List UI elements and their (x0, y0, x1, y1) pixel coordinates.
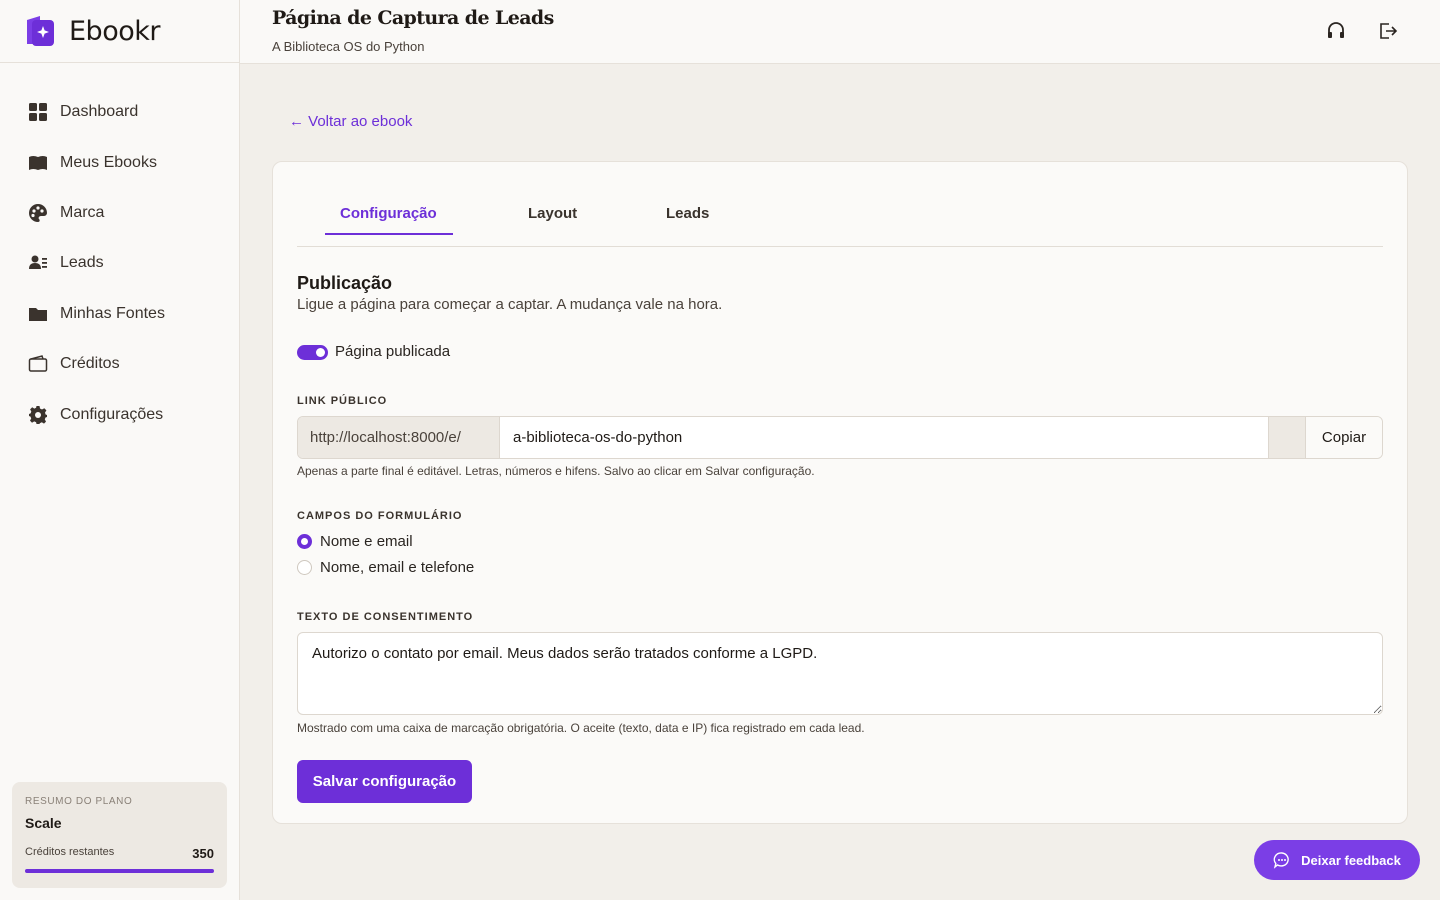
sidebar-item-minhas-fontes[interactable]: Minhas Fontes (0, 289, 239, 339)
sidebar-item-label: Configurações (60, 405, 164, 423)
plan-summary-label: RESUMO DO PLANO (25, 796, 133, 807)
chat-icon (1273, 852, 1289, 869)
sidebar-item-creditos[interactable]: Créditos (0, 339, 239, 389)
consent-text-label: TEXTO DE CONSENTIMENTO (297, 611, 474, 623)
form-fields-label: CAMPOS DO FORMULÁRIO (297, 510, 463, 522)
brand-name: Ebookr (69, 15, 160, 47)
publication-description: Ligue a página para começar a captar. A … (297, 296, 723, 313)
sidebar-item-marca[interactable]: Marca (0, 188, 239, 238)
consent-textarea[interactable]: Autorizo o contato por email. Meus dados… (297, 632, 1383, 715)
sidebar-item-label: Leads (60, 254, 104, 272)
plan-name: Scale (25, 815, 62, 831)
plan-summary: RESUMO DO PLANO Scale Créditos restantes… (12, 782, 227, 888)
publication-title: Publicação (297, 273, 393, 293)
sidebar-item-label: Marca (60, 203, 105, 221)
sidebar-item-label: Meus Ebooks (60, 153, 157, 171)
link-spacer (1268, 417, 1305, 458)
sidebar-item-label: Dashboard (60, 103, 139, 121)
tabs: Configuração Layout Leads (297, 162, 1383, 247)
book-icon (27, 152, 48, 173)
tab-layout[interactable]: Layout (528, 205, 577, 222)
sidebar-item-meus-ebooks[interactable]: Meus Ebooks (0, 137, 239, 187)
public-link-prefix: http://localhost:8000/e/ (298, 417, 500, 458)
active-tab-indicator (325, 233, 453, 235)
credits-row: Créditos restantes 350 (25, 846, 214, 861)
radio-button[interactable] (297, 560, 312, 575)
public-link-slug-input[interactable] (500, 417, 1268, 458)
page-header: Página de Captura de Leads A Biblioteca … (240, 0, 1440, 64)
sidebar-nav: Dashboard Meus Ebooks Marca Leads Minhas… (0, 63, 239, 440)
settings-card: Configuração Layout Leads Publicação Lig… (272, 161, 1408, 824)
published-toggle[interactable] (297, 345, 328, 360)
brand[interactable]: Ebookr (0, 0, 239, 63)
radio-label: Nome e email (320, 533, 413, 550)
palette-icon (27, 202, 48, 223)
sidebar-item-dashboard[interactable]: Dashboard (0, 87, 239, 137)
wallet-icon (27, 354, 48, 375)
credits-label: Créditos restantes (25, 846, 115, 858)
sidebar: Ebookr Dashboard Meus Ebooks Marca Leads (0, 0, 240, 900)
gear-icon (27, 404, 48, 425)
sidebar-item-configuracoes[interactable]: Configurações (0, 389, 239, 439)
public-link-hint: Apenas a parte final é editável. Letras,… (297, 464, 815, 478)
page-title: Página de Captura de Leads (272, 7, 554, 29)
sidebar-item-leads[interactable]: Leads (0, 238, 239, 288)
tab-leads[interactable]: Leads (666, 205, 709, 222)
back-to-ebook-link[interactable]: ← Voltar ao ebook (289, 113, 412, 130)
copy-button[interactable]: Copiar (1305, 417, 1382, 458)
consent-hint: Mostrado com uma caixa de marcação obrig… (297, 721, 865, 735)
save-configuration-button[interactable]: Salvar configuração (297, 760, 472, 803)
users-icon (27, 253, 48, 274)
page-subtitle: A Biblioteca OS do Python (272, 39, 425, 54)
feedback-label: Deixar feedback (1301, 852, 1401, 868)
grid-icon (27, 102, 48, 123)
sidebar-item-label: Créditos (60, 355, 120, 373)
credits-progress-bar (25, 869, 214, 873)
sidebar-item-label: Minhas Fontes (60, 304, 165, 322)
radio-option-name-email-phone[interactable]: Nome, email e telefone (297, 559, 474, 576)
public-link-label: LINK PÚBLICO (297, 395, 388, 407)
public-link-group: http://localhost:8000/e/ Copiar (297, 416, 1383, 459)
radio-label: Nome, email e telefone (320, 559, 475, 576)
folder-icon (27, 303, 48, 324)
credits-value: 350 (192, 846, 214, 861)
logout-icon[interactable] (1377, 20, 1399, 42)
headset-icon[interactable] (1325, 20, 1347, 42)
radio-button[interactable] (297, 534, 312, 549)
radio-option-name-email[interactable]: Nome e email (297, 533, 413, 550)
feedback-button[interactable]: Deixar feedback (1254, 840, 1420, 880)
published-toggle-label: Página publicada (335, 343, 451, 360)
tab-configuracao[interactable]: Configuração (340, 205, 437, 222)
ebookr-logo-icon (27, 16, 54, 46)
